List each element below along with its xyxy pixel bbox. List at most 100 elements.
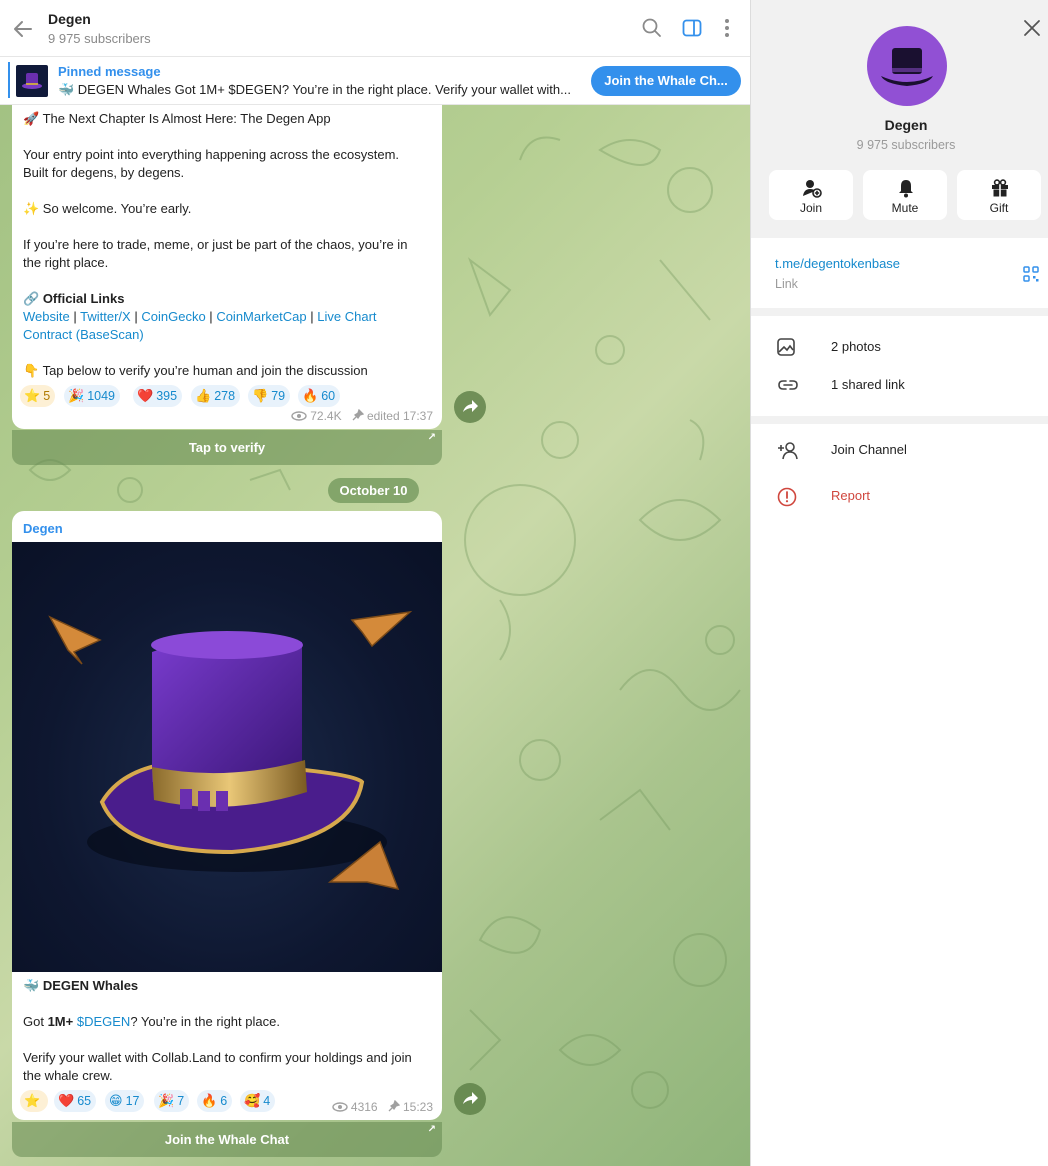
link-section: t.me/degentokenbase Link <box>751 238 1048 308</box>
media-section: 2 photos 1 shared link <box>751 316 1048 416</box>
photos-row[interactable]: 2 photos <box>751 328 1048 366</box>
channel-subscriber-count: 9 975 subscribers <box>856 138 956 152</box>
links-heading: 🔗 Official Links <box>23 291 124 307</box>
pinned-text: 🐳 DEGEN Whales Got 1M+ $DEGEN? You’re in… <box>58 82 571 97</box>
back-arrow-icon[interactable] <box>10 16 36 42</box>
message-meta: 4316 15:23 <box>331 1099 433 1114</box>
external-arrow-icon: ↗ <box>427 1124 436 1135</box>
warning-icon <box>777 487 797 507</box>
link-icon <box>778 380 798 390</box>
twitter-link[interactable]: Twitter/X <box>80 309 131 324</box>
reaction-star[interactable]: ⭐ 5 <box>20 385 56 407</box>
gift-action-label: Gift <box>989 201 1009 215</box>
pinned-thumbnail <box>16 65 48 97</box>
report-label: Report <box>831 488 871 503</box>
qr-code-icon[interactable] <box>1023 266 1039 282</box>
external-arrow-icon: ↗ <box>427 432 436 443</box>
reaction-party[interactable]: 🎉 1049 <box>64 385 120 407</box>
views-count: 72.4K <box>310 409 342 423</box>
pinned-indicator <box>8 62 10 98</box>
message-meta: 72.4K edited 17:37 <box>291 408 433 423</box>
join-whale-chat-button[interactable]: Join the Whale Chat ↗ <box>12 1122 442 1157</box>
degen-cashtag-link[interactable]: $DEGEN <box>77 1014 130 1029</box>
whale-icon: 🐳 <box>23 978 40 993</box>
share-arrow-icon[interactable] <box>454 1083 486 1115</box>
coingecko-link[interactable]: CoinGecko <box>141 309 205 324</box>
coinmarketcap-link[interactable]: CoinMarketCap <box>216 309 306 324</box>
message-text: If you’re here to trade, meme, or just b… <box>23 237 408 252</box>
date-separator: October 10 <box>328 478 419 503</box>
join-whale-chat-pinned-button[interactable]: Join the Whale Ch... <box>591 66 741 96</box>
channel-info-panel: Degen 9 975 subscribers Join Mute Gift t… <box>750 0 1048 1166</box>
reaction-party[interactable]: 🎉 7 <box>154 1090 190 1112</box>
more-options-icon[interactable] <box>716 17 738 39</box>
text-span: ? You’re in the right place. <box>130 1014 280 1029</box>
separator: | <box>73 309 77 324</box>
top-hat-image[interactable] <box>12 542 442 972</box>
top-hat-icon <box>881 48 933 86</box>
reaction-thumbs-up[interactable]: 👍 278 <box>191 385 241 407</box>
join-channel-label: Join Channel <box>831 442 907 457</box>
official-links: Website | Twitter/X | CoinGecko | CoinMa… <box>23 309 377 324</box>
message-author[interactable]: Degen <box>23 521 63 536</box>
chat-header: Degen 9 975 subscribers <box>0 0 750 57</box>
reaction-smiling-hearts[interactable]: 🥰 4 <box>240 1090 276 1112</box>
chat-subscriber-count: 9 975 subscribers <box>48 31 151 46</box>
photos-count-label: 2 photos <box>831 339 881 354</box>
message-text: 🚀 The Next Chapter Is Almost Here: The D… <box>23 111 331 126</box>
add-user-icon <box>778 442 798 460</box>
links-heading-text: Official Links <box>42 291 125 306</box>
live-chart-link[interactable]: Live Chart <box>317 309 376 324</box>
reaction-fire[interactable]: 🔥 60 <box>298 385 341 407</box>
message-bubble: 🚀 The Next Chapter Is Almost Here: The D… <box>12 95 442 429</box>
join-action-label: Join <box>799 201 822 215</box>
reaction-heart[interactable]: ❤️ 65 <box>54 1090 97 1112</box>
channel-name: Degen <box>884 117 928 133</box>
sidebar-toggle-icon[interactable] <box>681 17 703 39</box>
chat-title[interactable]: Degen <box>48 11 91 27</box>
join-channel-row[interactable]: Join Channel <box>751 431 1048 469</box>
views-eye-icon <box>331 1102 348 1112</box>
search-icon[interactable] <box>641 17 663 39</box>
close-icon[interactable] <box>1022 18 1042 38</box>
gift-icon <box>992 179 1008 197</box>
contract-link[interactable]: Contract (BaseScan) <box>23 327 144 342</box>
message-bubble: Degen 🐳 DEGEN Whales Got 1M+ $DEGEN? You… <box>12 511 442 1120</box>
gift-action-button[interactable]: Gift <box>957 170 1041 220</box>
channel-avatar[interactable] <box>867 26 947 106</box>
message-text: the right place. <box>23 255 109 270</box>
message-text: Built for degens, by degens. <box>23 165 185 180</box>
actions-section: Join Channel Report <box>751 424 1048 1166</box>
message-title-text: DEGEN Whales <box>42 978 139 993</box>
message-text: Got 1M+ $DEGEN? You’re in the right plac… <box>23 1014 280 1029</box>
join-whale-chat-label: Join the Whale Chat <box>164 1132 290 1147</box>
reaction-thumbs-down[interactable]: 👎 79 <box>248 385 291 407</box>
join-action-button[interactable]: Join <box>769 170 853 220</box>
add-user-icon <box>803 180 822 198</box>
message-text: ✨ So welcome. You’re early. <box>23 201 192 216</box>
link-icon: 🔗 <box>23 291 40 306</box>
share-arrow-icon[interactable] <box>454 391 486 423</box>
reaction-grin[interactable]: 😁 17 <box>105 1090 145 1112</box>
website-link[interactable]: Website <box>23 309 70 324</box>
channel-link-label: Link <box>775 277 798 291</box>
shared-links-count-label: 1 shared link <box>831 377 905 392</box>
pin-icon <box>388 1099 400 1112</box>
message-text: 👇 Tap below to verify you’re human and j… <box>23 363 368 378</box>
reaction-heart[interactable]: ❤️ 395 <box>133 385 183 407</box>
message-title: 🐳 DEGEN Whales <box>23 978 138 994</box>
shared-links-row[interactable]: 1 shared link <box>751 366 1048 404</box>
reaction-star[interactable]: ⭐ <box>20 1090 49 1112</box>
top-hat-illustration <box>48 610 413 891</box>
reaction-fire[interactable]: 🔥 6 <box>197 1090 233 1112</box>
bell-icon <box>899 180 913 198</box>
chat-pane: Degen 9 975 subscribers Pinned message 🐳… <box>0 0 750 1166</box>
mute-action-button[interactable]: Mute <box>863 170 947 220</box>
text-span: Got <box>23 1014 48 1029</box>
tap-to-verify-button[interactable]: Tap to verify ↗ <box>12 430 442 465</box>
separator: | <box>310 309 314 324</box>
channel-link[interactable]: t.me/degentokenbase <box>775 256 900 271</box>
separator: | <box>134 309 138 324</box>
views-count: 4316 <box>350 1100 378 1114</box>
report-row[interactable]: Report <box>751 477 1048 515</box>
